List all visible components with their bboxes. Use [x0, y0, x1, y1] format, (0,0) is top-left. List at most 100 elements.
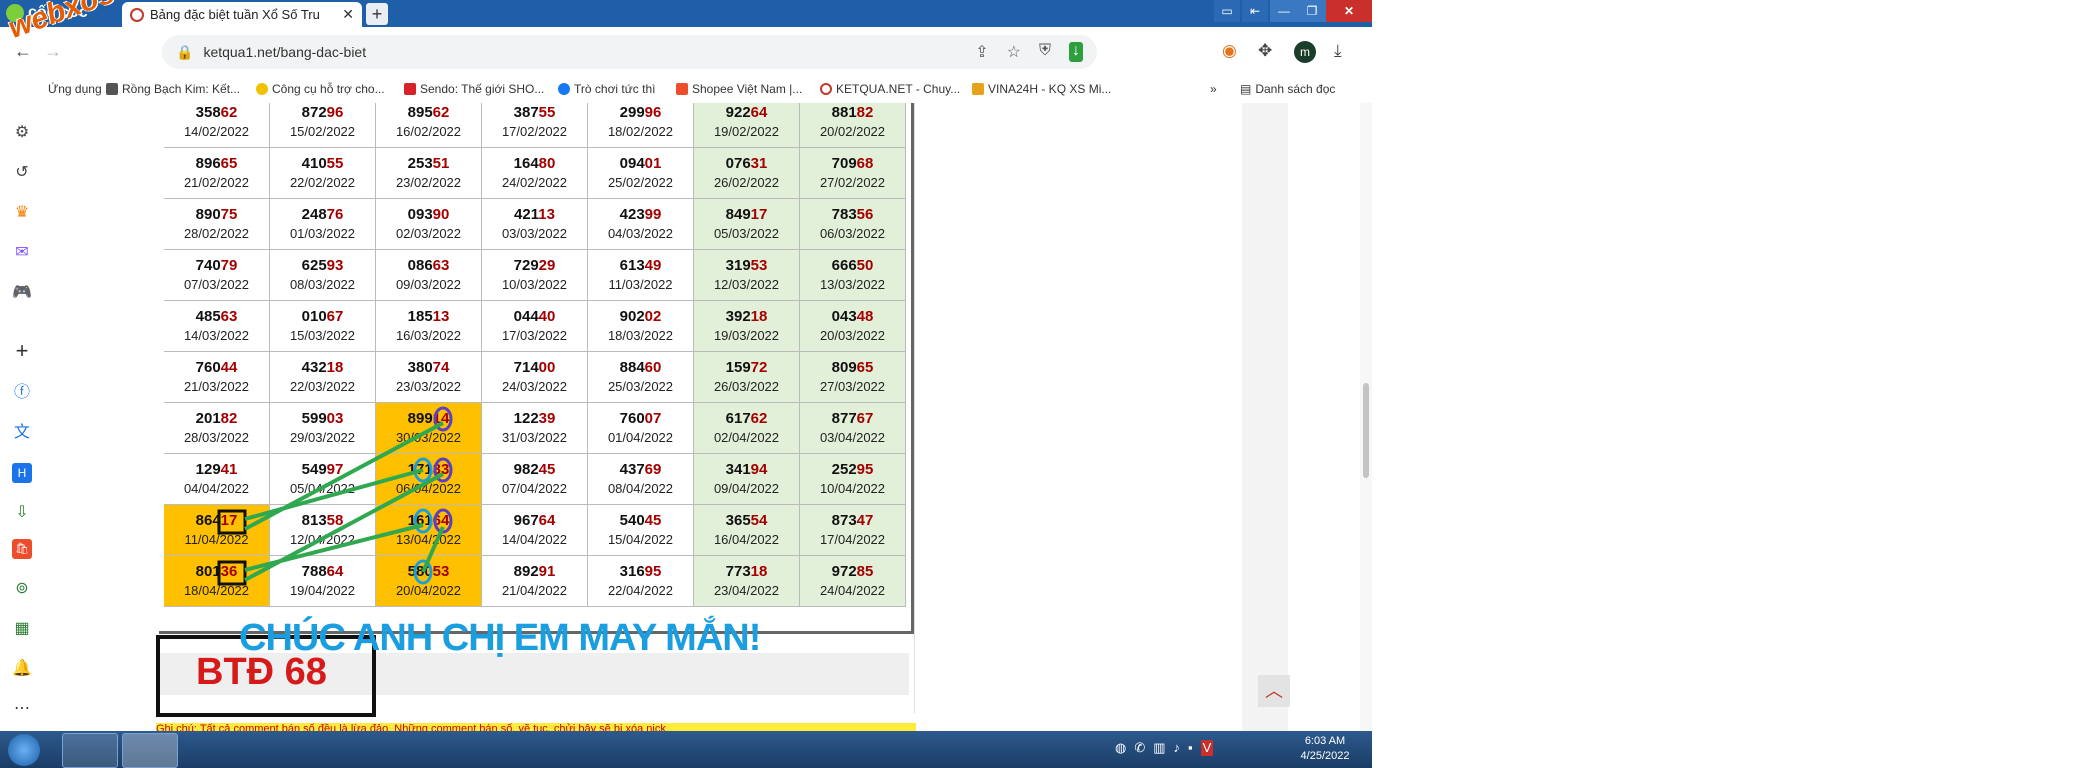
bookmark-vina24h[interactable]: VINA24H - KQ XS Mi... [972, 82, 1111, 96]
tab-close-icon[interactable]: ✕ [342, 6, 354, 23]
bookmark-label: VINA24H - KQ XS Mi... [988, 82, 1112, 96]
reading-list-label: Danh sách đọc [1255, 82, 1336, 96]
bookmark-apps[interactable]: Ứng dụng [48, 82, 102, 96]
bookmark-star-icon[interactable]: ☆ [1007, 42, 1021, 62]
reading-list-button[interactable]: ▤ Danh sách đọc [1240, 82, 1335, 96]
bookmark-tro-choi[interactable]: Trò chơi tức thì [558, 82, 655, 96]
taskbar-clock[interactable]: 6:03 AM 4/25/2022 [1290, 734, 1360, 764]
tail-box-36 [217, 560, 247, 586]
ketqua-icon [820, 83, 832, 95]
site-favicon-icon [130, 7, 144, 22]
extension-shield-icon[interactable]: ⛨ [1039, 42, 1051, 62]
pattern-annotation-overlay [217, 406, 453, 586]
maps-pin-icon[interactable]: ⊚ [12, 579, 32, 599]
start-button[interactable] [8, 734, 40, 766]
h-app-icon[interactable]: H [12, 463, 32, 483]
address-actions: ⇪ ☆ ⛨ ↓ [975, 42, 1083, 62]
bookmark-cong-cu[interactable]: Công cụ hỗ trợ cho... [256, 82, 385, 96]
messenger-icon[interactable]: ✉ [12, 243, 32, 263]
back-forward-icon[interactable]: ⇤ [1242, 0, 1268, 22]
add-panel-icon[interactable]: + [12, 340, 32, 362]
special-prize-table: 35862 14/02/2022 87296 15/02/2022 89562 16/02… [159, 103, 914, 634]
coccoc-extension-icon[interactable]: ◉ [1222, 41, 1237, 61]
bookmark-ketqua[interactable]: KETQUA.NET - Chuy... [820, 82, 960, 96]
rbk-icon [106, 83, 118, 95]
forward-arrow-icon[interactable]: → [44, 41, 62, 62]
shopee-sidebar-icon[interactable]: 🛍 [12, 539, 32, 559]
browser-window: cốc cốc Bảng đặc biệt tuần Xổ Số Tru ✕ +… [0, 0, 1372, 768]
history-icon[interactable]: ↺ [12, 163, 32, 183]
gamepad-icon[interactable]: 🎮 [12, 283, 32, 303]
bookmark-label: Shopee Việt Nam |... [692, 82, 803, 96]
facebook-icon [558, 83, 570, 95]
more-options-icon[interactable]: ⋯ [12, 699, 32, 719]
windows-taskbar: ◍ ✆ ▥ ♪ ▪ V 6:03 AM 4/25/2022 [0, 731, 1372, 768]
bookmark-label: Ứng dụng [48, 82, 102, 96]
minimize-button[interactable]: — [1270, 0, 1298, 22]
profile-avatar[interactable]: m [1294, 41, 1316, 63]
screenshot-icon[interactable]: ▭ [1214, 0, 1240, 22]
maximize-button[interactable]: ❐ [1298, 0, 1326, 22]
digit-circle [413, 508, 433, 534]
settings-gear-icon[interactable]: ⚙ [12, 123, 32, 143]
scrollbar[interactable] [1360, 103, 1372, 731]
note-bar: Ghi chú: Tất cả comment bán số đều là lừ… [156, 723, 916, 731]
bookmark-label: Công cụ hỗ trợ cho... [272, 82, 385, 96]
connector-line [244, 421, 444, 531]
bell-icon[interactable]: 🔔 [12, 659, 32, 679]
bookmark-label: KETQUA.NET - Chuy... [836, 82, 961, 96]
taskbar-coccoc-icon[interactable] [122, 733, 178, 768]
tray-network-icon[interactable]: ▥ [1153, 740, 1165, 756]
tray-vietkey-icon[interactable]: V [1200, 740, 1214, 756]
bookmark-label: Trò chơi tức thì [574, 82, 656, 96]
tab-title: Bảng đặc biệt tuần Xổ Số Tru [150, 7, 320, 22]
shopee-icon [676, 83, 688, 95]
downloads-icon[interactable]: ⤓ [1334, 41, 1342, 61]
lock-icon[interactable]: 🔒 [176, 44, 193, 61]
tail-box-17 [217, 509, 247, 535]
tray-globe-icon[interactable]: ◍ [1115, 740, 1126, 756]
translate-icon[interactable]: 文 [12, 423, 32, 443]
bookmark-rong-bach-kim[interactable]: Rồng Bạch Kim: Kết... [106, 82, 240, 96]
bookmark-label: Rồng Bạch Kim: Kết... [122, 82, 241, 96]
clock-time: 6:03 AM [1304, 735, 1346, 747]
tool-icon [256, 83, 268, 95]
tray-wifi-icon[interactable]: ✆ [1134, 740, 1145, 756]
bookmark-shopee[interactable]: Shopee Việt Nam |... [676, 82, 802, 96]
crown-icon[interactable]: ♛ [12, 203, 32, 223]
content-divider [914, 103, 915, 713]
url-text[interactable]: ketqua1.net/bang-dac-biet [203, 44, 366, 60]
system-tray: ◍ ✆ ▥ ♪ ▪ V [1115, 740, 1214, 756]
close-window-button[interactable]: ✕ [1326, 0, 1372, 22]
address-bar[interactable]: 🔒 ketqua1.net/bang-dac-biet ⇪ ☆ ⛨ ↓ [162, 35, 1097, 69]
title-bar: cốc cốc Bảng đặc biệt tuần Xổ Số Tru ✕ +… [0, 0, 1372, 27]
connector-line [421, 526, 445, 573]
download-green-icon[interactable]: ↓ [1069, 42, 1083, 62]
bookmarks-overflow-button[interactable]: » [1210, 82, 1217, 96]
scroll-to-top-button[interactable]: ︿ [1258, 675, 1290, 707]
share-icon[interactable]: ⇪ [975, 42, 988, 62]
bookmark-label: Sendo: Thế giới SHO... [420, 82, 545, 96]
vina24h-icon [972, 83, 984, 95]
download-arrow-icon[interactable]: ⇩ [12, 503, 32, 523]
tray-flag-icon[interactable]: ▪ [1188, 740, 1193, 756]
reading-list-icon: ▤ [1240, 82, 1252, 96]
puzzle-extensions-icon[interactable]: ✥ [1258, 41, 1272, 61]
page-content: 35862 14/02/2022 87296 15/02/2022 89562 16/02… [44, 103, 1372, 731]
bookmark-sendo[interactable]: Sendo: Thế giới SHO... [404, 82, 544, 96]
new-tab-button[interactable]: + [366, 3, 388, 25]
active-tab[interactable]: Bảng đặc biệt tuần Xổ Số Tru ✕ [122, 2, 362, 27]
scrollbar-thumb[interactable] [1363, 383, 1369, 478]
sheet-icon[interactable]: ▦ [12, 619, 32, 639]
right-gutter [1242, 103, 1288, 731]
window-controls: ▭ ⇤ — ❐ ✕ [1214, 0, 1372, 22]
browser-sidebar: ⚙ ↺ ♛ ✉ 🎮 + ⓕ 文 H ⇩ 🛍 ⊚ ▦ 🔔 ⋯ [0, 103, 45, 731]
facebook-icon[interactable]: ⓕ [12, 383, 32, 403]
good-luck-banner: CHÚC ANH CHỊ EM MAY MẮN! [239, 617, 761, 659]
sendo-icon [404, 83, 416, 95]
clock-date: 4/25/2022 [1300, 750, 1350, 762]
navigation-bar: ← → 🔒 ketqua1.net/bang-dac-biet ⇪ ☆ ⛨ ↓ … [0, 27, 1372, 77]
taskbar-explorer-icon[interactable] [62, 733, 118, 768]
connector-line [244, 468, 424, 521]
tray-volume-icon[interactable]: ♪ [1174, 740, 1181, 756]
